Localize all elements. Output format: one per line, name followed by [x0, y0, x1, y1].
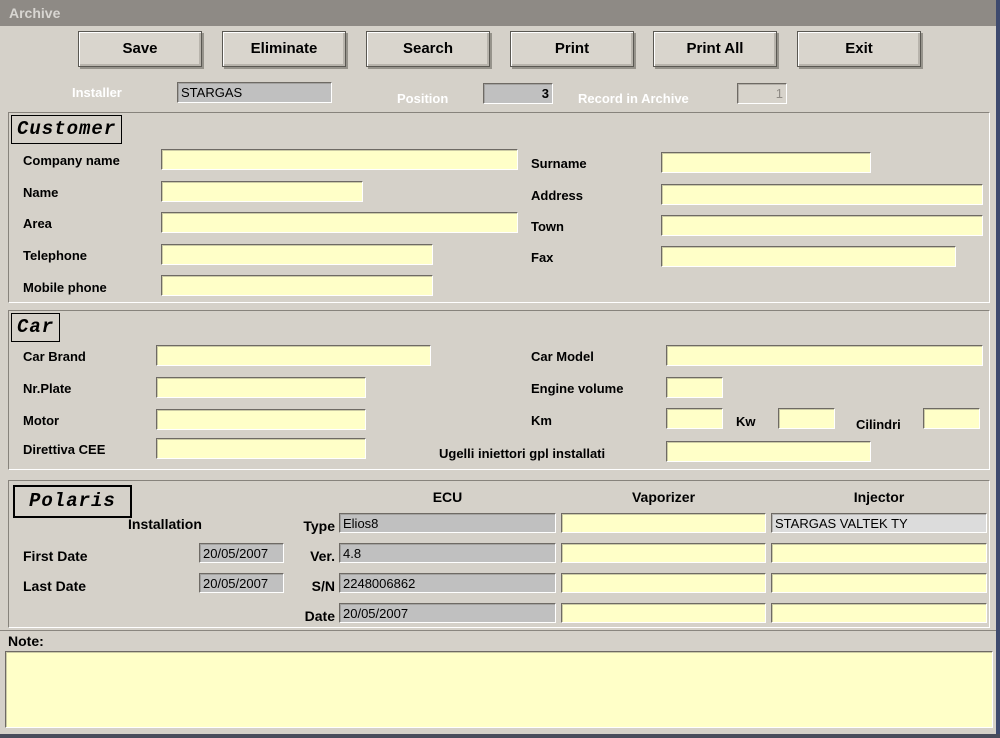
kw-field[interactable] [778, 408, 835, 429]
position-label: Position [397, 91, 448, 107]
kw-label: Kw [736, 414, 756, 430]
last-date-field[interactable]: 20/05/2007 [199, 573, 284, 593]
km-field[interactable] [666, 408, 723, 429]
print-all-button[interactable]: Print All [653, 31, 777, 67]
telephone-field[interactable] [161, 244, 433, 265]
last-date-label: Last Date [23, 578, 86, 594]
address-field[interactable] [661, 184, 983, 205]
name-label: Name [23, 185, 58, 201]
nr-plate-label: Nr.Plate [23, 381, 71, 397]
nr-plate-field[interactable] [156, 377, 366, 398]
company-name-label: Company name [23, 153, 120, 169]
mobile-phone-field[interactable] [161, 275, 433, 296]
polaris-panel: Polaris Installation First Date 20/05/20… [8, 480, 990, 628]
area-field[interactable] [161, 212, 518, 233]
type-row-label: Type [273, 518, 335, 534]
ecu-ver-field[interactable]: 4.8 [339, 543, 556, 563]
injector-type-field[interactable]: STARGAS VALTEK TY [771, 513, 987, 533]
mobile-phone-label: Mobile phone [23, 280, 107, 296]
fax-field[interactable] [661, 246, 956, 267]
note-label: Note: [8, 633, 44, 649]
customer-section-title: Customer [11, 115, 122, 144]
ecu-date-field[interactable]: 20/05/2007 [339, 603, 556, 623]
engine-volume-label: Engine volume [531, 381, 623, 397]
surname-field[interactable] [661, 152, 871, 173]
record-in-archive-field: 1 [737, 83, 787, 104]
vaporizer-type-field[interactable] [561, 513, 766, 533]
company-name-field[interactable] [161, 149, 518, 170]
customer-panel: Customer Company name Name Area Telephon… [8, 112, 990, 303]
position-field[interactable]: 3 [483, 83, 553, 104]
eliminate-button[interactable]: Eliminate [222, 31, 346, 67]
note-textarea[interactable] [5, 651, 993, 728]
installation-label: Installation [128, 516, 202, 532]
car-section-title: Car [11, 313, 60, 342]
installer-label: Installer [72, 85, 122, 101]
search-button[interactable]: Search [366, 31, 490, 67]
engine-volume-field[interactable] [666, 377, 723, 398]
ecu-type-field[interactable]: Elios8 [339, 513, 556, 533]
motor-label: Motor [23, 413, 59, 429]
car-brand-label: Car Brand [23, 349, 86, 365]
sn-row-label: S/N [273, 578, 335, 594]
car-brand-field[interactable] [156, 345, 431, 366]
vaporizer-date-field[interactable] [561, 603, 766, 623]
exit-button[interactable]: Exit [797, 31, 921, 67]
direttiva-cee-field[interactable] [156, 438, 366, 459]
area-label: Area [23, 216, 52, 232]
town-label: Town [531, 219, 564, 235]
name-field[interactable] [161, 181, 363, 202]
window-title: Archive [0, 0, 1000, 26]
record-in-archive-label: Record in Archive [578, 91, 689, 107]
town-field[interactable] [661, 215, 983, 236]
vaporizer-ver-field[interactable] [561, 543, 766, 563]
injector-ver-field[interactable] [771, 543, 987, 563]
polaris-section-title: Polaris [13, 485, 132, 518]
ver-row-label: Ver. [273, 548, 335, 564]
address-label: Address [531, 188, 583, 204]
km-label: Km [531, 413, 552, 429]
print-button[interactable]: Print [510, 31, 634, 67]
injector-column-header: Injector [771, 489, 987, 505]
window-frame-right [996, 0, 1000, 738]
direttiva-cee-label: Direttiva CEE [23, 442, 105, 458]
archive-window: Archive Save Eliminate Search Print Prin… [0, 0, 1000, 738]
installer-field[interactable]: STARGAS [177, 82, 332, 103]
fax-label: Fax [531, 250, 553, 266]
car-panel: Car Car Brand Nr.Plate Motor Direttiva C… [8, 310, 990, 470]
vaporizer-column-header: Vaporizer [561, 489, 766, 505]
date-row-label: Date [273, 608, 335, 624]
surname-label: Surname [531, 156, 587, 172]
window-frame-bottom [0, 734, 1000, 738]
motor-field[interactable] [156, 409, 366, 430]
car-model-field[interactable] [666, 345, 983, 366]
ecu-sn-field[interactable]: 2248006862 [339, 573, 556, 593]
save-button[interactable]: Save [78, 31, 202, 67]
note-divider [0, 630, 996, 631]
first-date-field[interactable]: 20/05/2007 [199, 543, 284, 563]
injector-date-field[interactable] [771, 603, 987, 623]
ugelli-iniettori-field[interactable] [666, 441, 871, 462]
ugelli-iniettori-label: Ugelli iniettori gpl installati [439, 446, 605, 462]
car-model-label: Car Model [531, 349, 594, 365]
cilindri-field[interactable] [923, 408, 980, 429]
ecu-column-header: ECU [339, 489, 556, 505]
first-date-label: First Date [23, 548, 88, 564]
telephone-label: Telephone [23, 248, 87, 264]
cilindri-label: Cilindri [856, 417, 901, 433]
injector-sn-field[interactable] [771, 573, 987, 593]
vaporizer-sn-field[interactable] [561, 573, 766, 593]
